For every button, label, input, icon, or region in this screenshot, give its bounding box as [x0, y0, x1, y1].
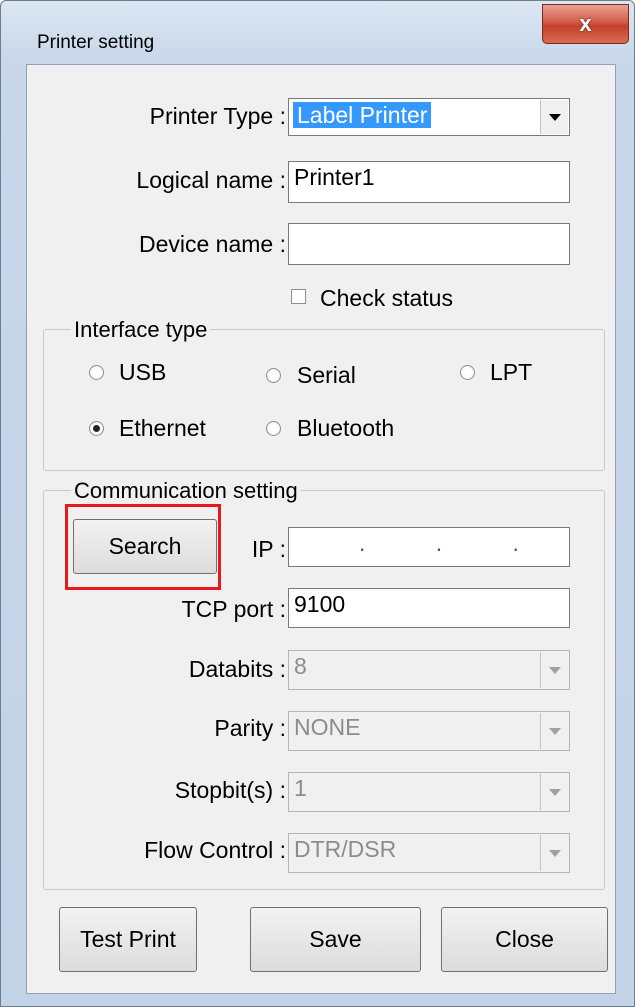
databits-label: Databits :	[188, 656, 286, 682]
close-icon: x	[579, 11, 592, 36]
chevron-down-icon	[540, 713, 568, 749]
databits-value: 8	[294, 653, 307, 679]
parity-label: Parity :	[214, 715, 286, 741]
window-close-button[interactable]: x	[542, 4, 629, 44]
stopbits-select: 1	[288, 772, 570, 812]
printer-type-select[interactable]: Label Printer	[288, 98, 570, 136]
flow-control-select: DTR/DSR	[288, 833, 570, 873]
radio-lpt-label: LPT	[490, 359, 533, 385]
interface-type-legend: Interface type	[71, 317, 211, 343]
test-print-button[interactable]: Test Print	[59, 907, 197, 972]
search-highlight-box	[65, 504, 221, 590]
radio-usb-label: USB	[119, 359, 167, 385]
chevron-down-icon	[540, 652, 568, 688]
chevron-down-icon[interactable]	[540, 100, 568, 134]
stopbits-label: Stopbit(s) :	[174, 777, 286, 803]
parity-select: NONE	[288, 711, 570, 751]
flow-control-label: Flow Control :	[144, 837, 286, 863]
chevron-down-icon	[540, 774, 568, 810]
tcp-port-input[interactable]: 9100	[288, 588, 570, 628]
radio-bluetooth-label: Bluetooth	[297, 415, 395, 441]
close-button[interactable]: Close	[441, 907, 608, 972]
printer-setting-window: Printer setting x Printer Type : Label P…	[0, 0, 635, 1007]
radio-bluetooth[interactable]	[266, 421, 281, 436]
logical-name-label: Logical name :	[136, 167, 286, 193]
ip-input[interactable]: . . .	[288, 527, 570, 567]
save-button[interactable]: Save	[250, 907, 421, 972]
radio-lpt[interactable]	[460, 365, 475, 380]
logical-name-input[interactable]: Printer1	[288, 161, 570, 203]
printer-type-label: Printer Type :	[149, 103, 286, 129]
ip-label: IP :	[251, 536, 286, 562]
databits-select: 8	[288, 650, 570, 690]
tcp-port-label: TCP port :	[181, 596, 286, 622]
interface-type-group	[43, 329, 605, 471]
chevron-down-icon	[540, 835, 568, 871]
printer-type-value: Label Printer	[293, 102, 432, 128]
communication-setting-legend: Communication setting	[71, 478, 301, 504]
device-name-input[interactable]	[288, 223, 570, 265]
radio-serial-label: Serial	[297, 362, 356, 388]
radio-serial[interactable]	[266, 368, 281, 383]
parity-value: NONE	[294, 714, 361, 740]
device-name-label: Device name :	[138, 231, 286, 257]
radio-usb[interactable]	[89, 365, 104, 380]
check-status-checkbox[interactable]	[291, 289, 306, 304]
dialog-body: Printer Type : Label Printer Logical nam…	[26, 64, 616, 994]
check-status-label: Check status	[320, 285, 453, 311]
stopbits-value: 1	[294, 775, 307, 801]
radio-ethernet[interactable]	[89, 421, 104, 436]
radio-ethernet-label: Ethernet	[119, 415, 206, 441]
flow-control-value: DTR/DSR	[294, 836, 397, 862]
window-title: Printer setting	[37, 32, 155, 53]
